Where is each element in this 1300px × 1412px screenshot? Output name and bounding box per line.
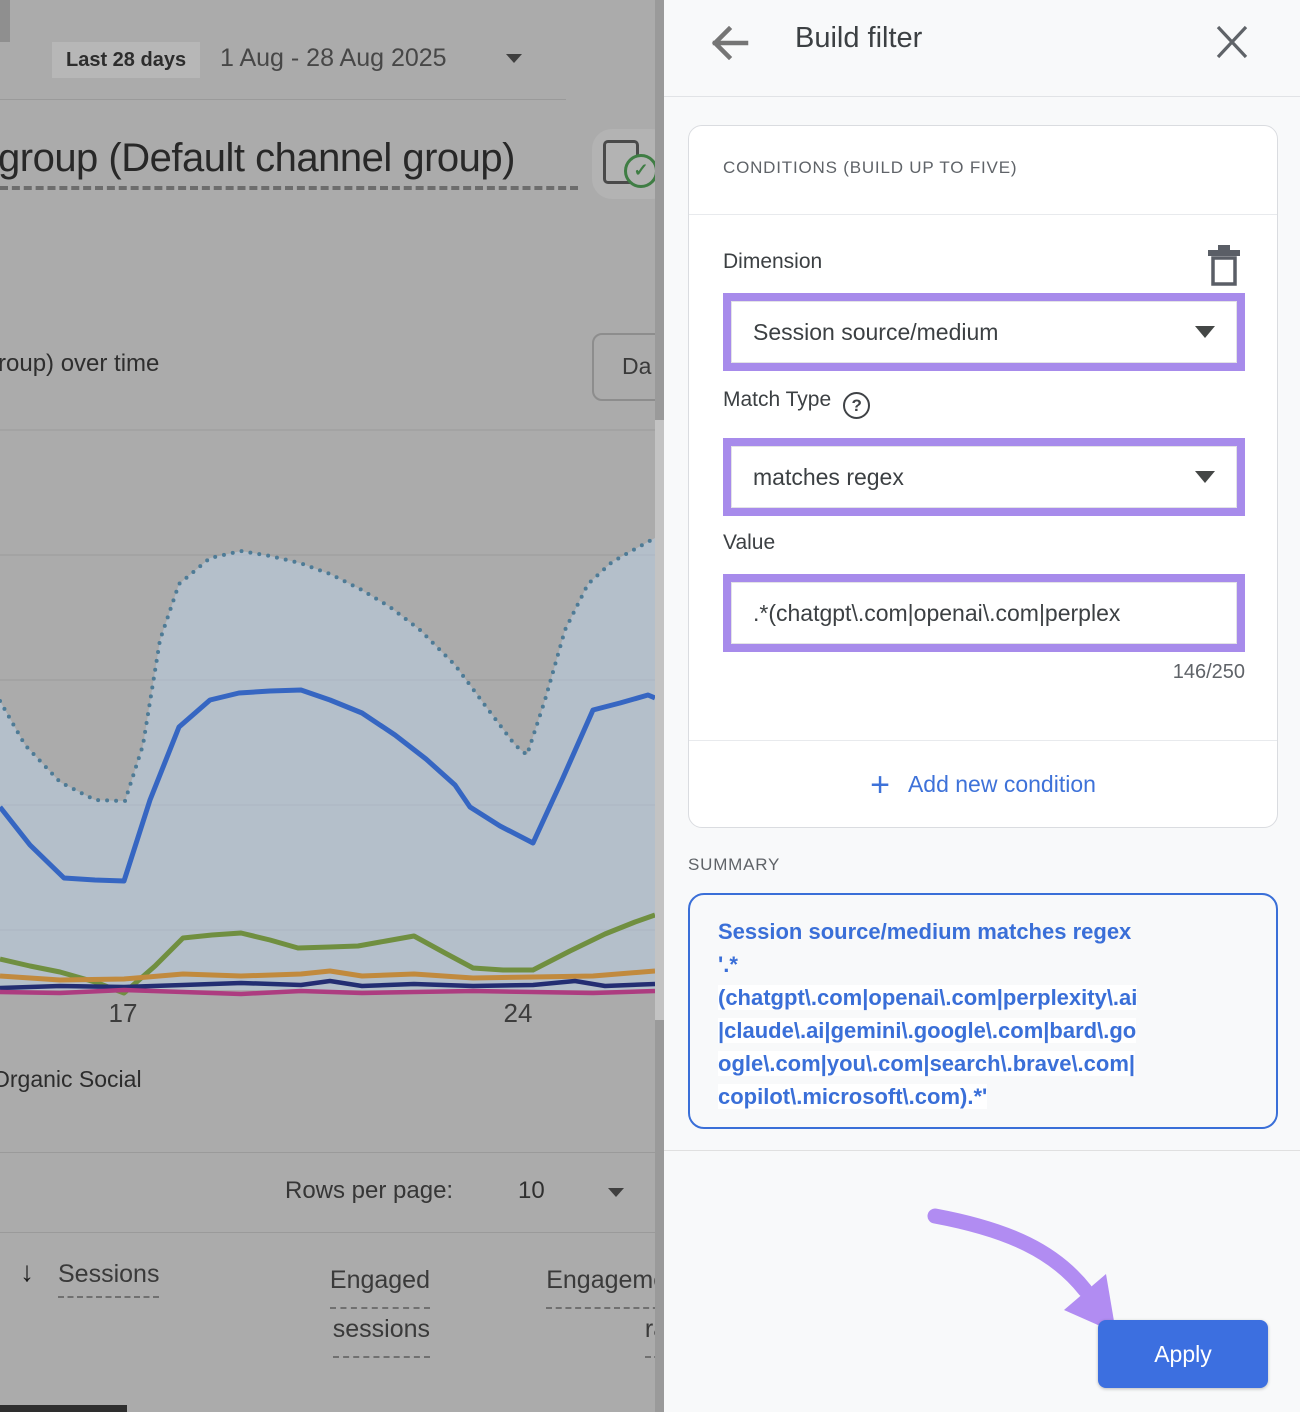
page-scrollbar[interactable] bbox=[655, 0, 664, 1412]
plus-icon: + bbox=[870, 770, 890, 800]
date-range-value[interactable]: 1 Aug - 28 Aug 2025 bbox=[220, 44, 447, 73]
bottom-edge-element bbox=[0, 1405, 127, 1412]
dimension-label: Dimension bbox=[723, 250, 822, 274]
conditions-divider bbox=[689, 214, 1277, 215]
svg-text:24: 24 bbox=[504, 998, 533, 1028]
value-input[interactable]: .*(chatgpt\.com|openai\.com|perplex bbox=[731, 582, 1237, 644]
conditions-header: CONDITIONS (BUILD UP TO FIVE) bbox=[723, 158, 1017, 178]
match-type-select[interactable]: matches regex bbox=[731, 446, 1237, 508]
date-range-preset-badge: Last 28 days bbox=[52, 42, 200, 78]
column-header-engaged-sessions[interactable]: Engaged sessions bbox=[285, 1260, 430, 1358]
column-header-sessions[interactable]: Sessions bbox=[58, 1260, 159, 1298]
footer-divider bbox=[664, 1150, 1300, 1151]
match-type-label: Match Type? bbox=[723, 388, 870, 419]
dimension-select[interactable]: Session source/medium bbox=[731, 301, 1237, 363]
back-arrow-icon[interactable] bbox=[710, 26, 750, 60]
value-label: Value bbox=[723, 531, 775, 555]
match-type-select-value: matches regex bbox=[753, 464, 1195, 491]
value-input-text: .*(chatgpt\.com|openai\.com|perplex bbox=[753, 600, 1215, 627]
match-type-caret-icon bbox=[1195, 471, 1215, 483]
char-count: 146/250 bbox=[723, 661, 1245, 684]
summary-intro-text: Session source/medium matches regex '.* bbox=[718, 919, 1131, 977]
check-circle-icon: ✓ bbox=[624, 154, 655, 188]
help-icon[interactable]: ? bbox=[843, 392, 870, 419]
rows-per-page-value[interactable]: 10 bbox=[518, 1177, 545, 1205]
match-type-select-highlight: matches regex bbox=[723, 438, 1245, 516]
close-icon[interactable] bbox=[1214, 25, 1250, 59]
add-new-condition-button[interactable]: + Add new condition bbox=[689, 741, 1277, 828]
apply-button[interactable]: Apply bbox=[1098, 1320, 1268, 1388]
value-input-highlight: .*(chatgpt\.com|openai\.com|perplex bbox=[723, 574, 1245, 652]
svg-text:17: 17 bbox=[109, 998, 138, 1028]
table-top-divider bbox=[0, 1152, 655, 1153]
summary-regex-text: (chatgpt\.com|openai\.com|perplexity\.ai… bbox=[718, 985, 1137, 1109]
summary-header: SUMMARY bbox=[688, 855, 780, 875]
sessions-over-time-chart: 1724 bbox=[0, 400, 655, 1040]
dimmed-report-pane: Last 28 days 1 Aug - 28 Aug 2025 group (… bbox=[0, 0, 655, 1412]
header-divider bbox=[0, 99, 566, 100]
chart-section-title: roup) over time bbox=[0, 350, 159, 378]
sort-descending-icon[interactable]: ↓ bbox=[20, 1256, 34, 1288]
panel-title: Build filter bbox=[795, 22, 922, 55]
date-range-caret-icon[interactable] bbox=[506, 54, 522, 63]
scrollbar-thumb[interactable] bbox=[655, 420, 664, 1020]
page-title: group (Default channel group) bbox=[0, 136, 515, 181]
legend-item-organic-social: Organic Social bbox=[0, 1066, 142, 1093]
filter-summary-box: Session source/medium matches regex '.* … bbox=[688, 893, 1278, 1129]
rows-per-page-label: Rows per page: bbox=[285, 1177, 453, 1205]
dimension-caret-icon bbox=[1195, 326, 1215, 338]
conditions-card: CONDITIONS (BUILD UP TO FIVE) Dimension … bbox=[688, 125, 1278, 828]
dimension-select-highlight: Session source/medium bbox=[723, 293, 1245, 371]
column-header-engagement-rate[interactable]: Engagement rate bbox=[453, 1260, 655, 1358]
add-new-condition-label: Add new condition bbox=[908, 771, 1096, 798]
page-title-dashed-underline bbox=[0, 186, 578, 190]
rows-per-page-caret-icon[interactable] bbox=[608, 1188, 624, 1197]
delete-condition-icon[interactable] bbox=[1206, 244, 1242, 286]
panel-header-divider bbox=[664, 96, 1300, 97]
granularity-dropdown[interactable]: Da bbox=[592, 333, 655, 401]
build-filter-panel: Build filter CONDITIONS (BUILD UP TO FIV… bbox=[664, 0, 1300, 1412]
table-header-divider bbox=[0, 1232, 655, 1233]
dimmed-corner-element bbox=[0, 0, 10, 42]
dimension-select-value: Session source/medium bbox=[753, 319, 1195, 346]
